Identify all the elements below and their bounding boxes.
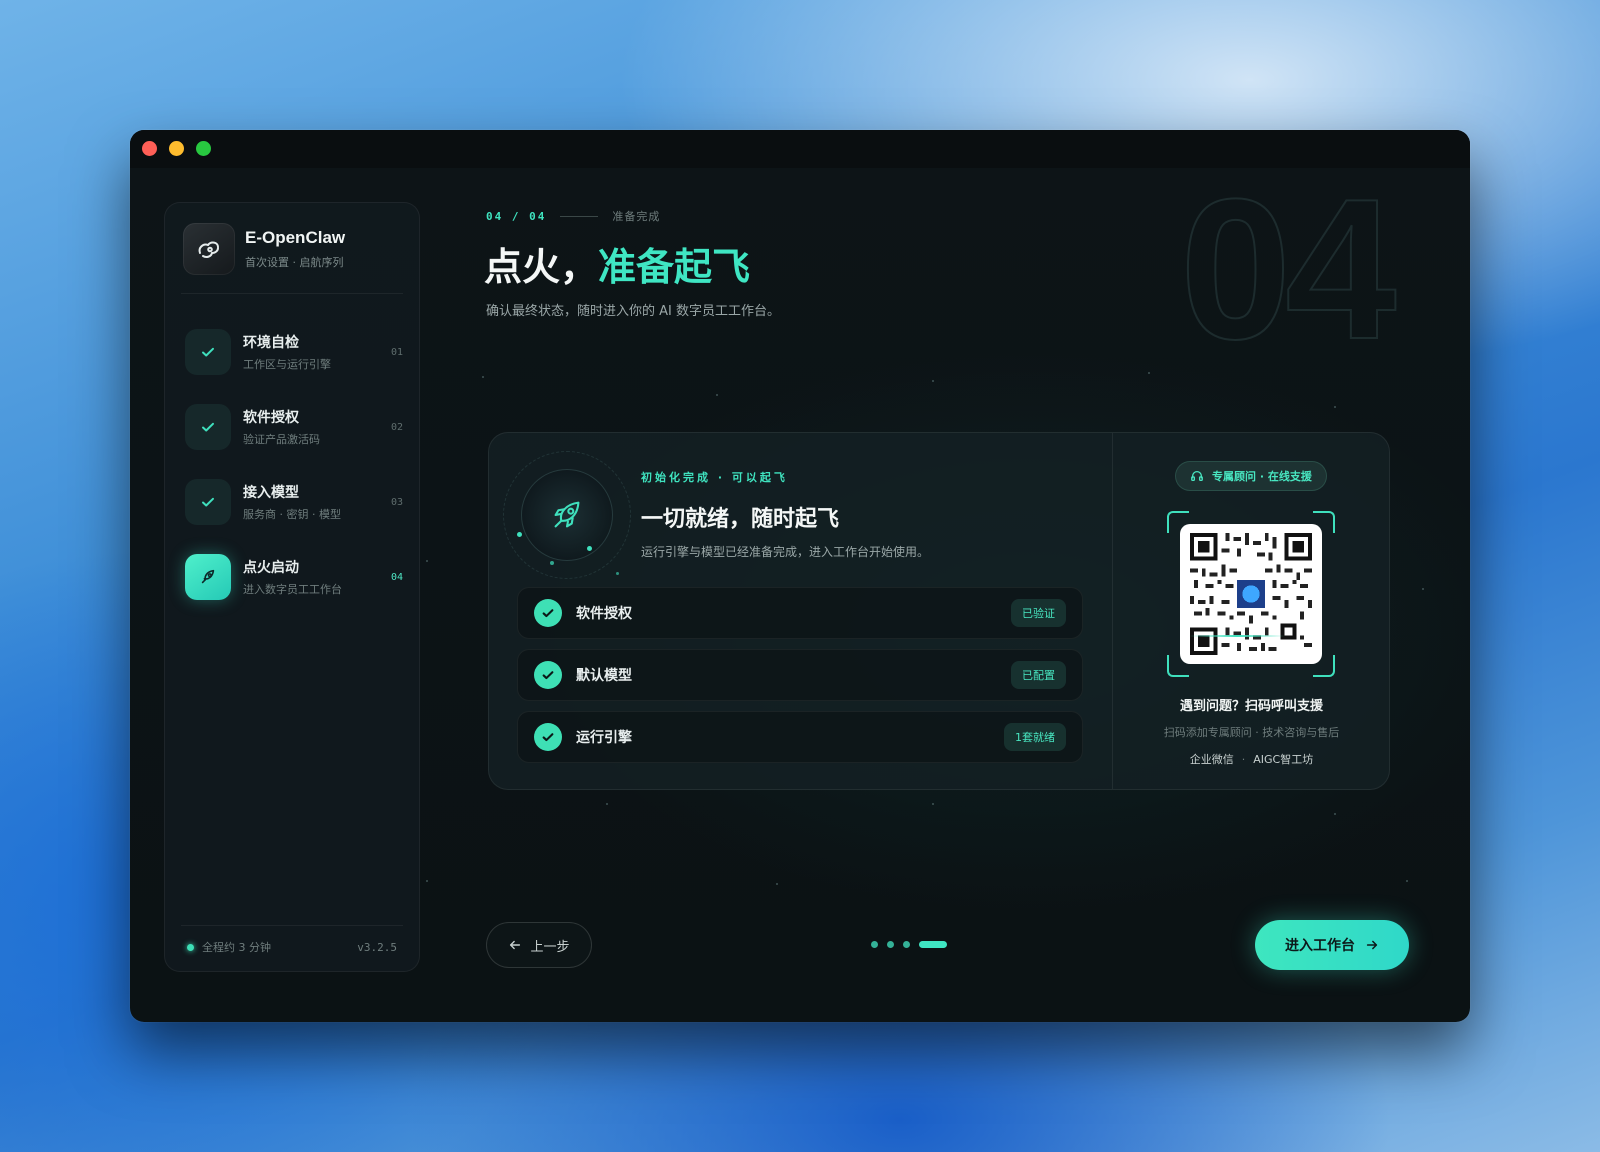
step-subtitle: 验证产品激活码 — [243, 433, 320, 446]
status-dot-icon — [187, 943, 194, 951]
minimize-window-button[interactable] — [169, 141, 184, 156]
sidebar-footer: 全程约 3 分钟 v3.2.5 — [187, 939, 397, 955]
sidebar-step-environment[interactable]: 环境自检 工作区与运行引擎 01 — [185, 327, 403, 377]
back-button[interactable]: 上一步 — [486, 922, 592, 968]
duration-label: 全程约 3 分钟 — [202, 941, 271, 954]
check-label: 运行引擎 — [576, 730, 632, 746]
setup-sidebar: E-OpenClaw 首次设置 · 启航序列 环境自检 工作区与运行引擎 01 … — [164, 202, 420, 972]
ready-card: 初始化完成 · 可以起飞 一切就绪，随时起飞 运行引擎与模型已经准备完成，进入工… — [488, 432, 1390, 790]
page-subtitle: 确认最终状态，随时进入你的 AI 数字员工工作台。 — [486, 304, 780, 319]
step-number: 01 — [390, 346, 403, 358]
back-button-label: 上一步 — [530, 939, 570, 955]
qr-scanline — [1189, 635, 1285, 637]
step-status-label: 准备完成 — [612, 210, 661, 223]
channel-wecom: 企业微信 — [1189, 753, 1234, 766]
check-icon — [534, 599, 562, 627]
step-title: 软件授权 — [243, 410, 299, 426]
orbit-dot — [517, 532, 522, 537]
card-tag: 初始化完成 · 可以起飞 — [641, 471, 788, 484]
page-title: 点火，准备起飞 — [484, 236, 750, 291]
brand: E-OpenClaw 首次设置 · 启航序列 — [183, 223, 345, 275]
step-title: 接入模型 — [243, 485, 299, 501]
app-subtitle: 首次设置 · 启航序列 — [245, 256, 344, 269]
sidebar-divider — [181, 293, 403, 294]
check-icon — [185, 329, 231, 375]
sidebar-step-launch[interactable]: 点火启动 进入数字员工工作台 04 — [185, 552, 403, 602]
enter-workspace-button[interactable]: 进入工作台 — [1255, 920, 1409, 970]
step-subtitle: 工作区与运行引擎 — [243, 358, 331, 371]
claw-logo-icon — [183, 223, 235, 275]
support-channels: 企业微信 · AIGC智工坊 — [1112, 751, 1391, 767]
check-icon — [534, 661, 562, 689]
step-counter: 04 / 04 — [486, 209, 547, 223]
step-number: 03 — [390, 496, 403, 508]
card-description: 运行引擎与模型已经准备完成，进入工作台开始使用。 — [641, 545, 930, 559]
arrow-right-icon — [1366, 940, 1378, 950]
check-label: 软件授权 — [576, 606, 632, 622]
support-pill-label: 专属顾问 · 在线支援 — [1212, 470, 1312, 483]
orbit-dot — [616, 572, 619, 575]
app-name: E-OpenClaw — [245, 228, 346, 247]
title-prefix: 点火， — [484, 245, 599, 289]
check-row-model: 默认模型 已配置 — [517, 649, 1083, 701]
step-indicator-line — [560, 215, 599, 217]
support-subtitle: 扫码添加专属顾问 · 技术咨询与售后 — [1163, 726, 1340, 739]
step-subtitle: 服务商 · 密钥 · 模型 — [243, 508, 341, 521]
pager-dot[interactable] — [903, 941, 910, 948]
support-title: 遇到问题？扫码呼叫支援 — [1179, 699, 1323, 714]
qr-code-frame — [1167, 511, 1335, 677]
status-badge: 1套就绪 — [1004, 723, 1066, 751]
check-icon — [185, 479, 231, 525]
orbit-dot — [587, 546, 592, 551]
zoom-window-button[interactable] — [196, 141, 211, 156]
arrow-left-icon — [510, 940, 521, 950]
step-pager — [871, 941, 947, 948]
step-title: 点火启动 — [243, 560, 299, 576]
title-accent: 准备起飞 — [598, 245, 751, 289]
check-icon — [534, 723, 562, 751]
status-badge: 已配置 — [1011, 661, 1066, 689]
check-label: 默认模型 — [576, 668, 632, 684]
app-window: 04 E-OpenClaw 首次设置 · 启航序列 环境自检 工作区与运行引擎 … — [130, 130, 1470, 1022]
check-row-engine: 运行引擎 1套就绪 — [517, 711, 1083, 763]
step-watermark: 04 — [1179, 158, 1397, 381]
sidebar-step-license[interactable]: 软件授权 验证产品激活码 02 — [185, 402, 403, 452]
close-window-button[interactable] — [142, 141, 157, 156]
status-badge: 已验证 — [1011, 599, 1066, 627]
check-row-license: 软件授权 已验证 — [517, 587, 1083, 639]
step-subtitle: 进入数字员工工作台 — [243, 583, 342, 596]
enter-button-label: 进入工作台 — [1285, 938, 1355, 954]
step-number: 02 — [390, 421, 403, 433]
check-icon — [185, 404, 231, 450]
qr-code[interactable] — [1180, 524, 1322, 664]
channel-separator: · — [1241, 753, 1246, 766]
step-number: 04 — [390, 571, 403, 583]
rocket-icon — [521, 469, 613, 561]
rocket-icon — [185, 554, 231, 600]
pager-dot[interactable] — [871, 941, 878, 948]
sidebar-step-model[interactable]: 接入模型 服务商 · 密钥 · 模型 03 — [185, 477, 403, 527]
headset-icon — [1191, 470, 1203, 482]
orbit-dot — [550, 561, 554, 565]
version-label: v3.2.5 — [357, 940, 397, 954]
step-indicator: 04 / 04 准备完成 — [486, 208, 660, 224]
card-title: 一切就绪，随时起飞 — [641, 507, 840, 532]
support-pill[interactable]: 专属顾问 · 在线支援 — [1175, 461, 1327, 491]
pager-dot-active[interactable] — [919, 941, 947, 948]
sidebar-footer-divider — [181, 925, 403, 926]
channel-aigc: AIGC智工坊 — [1253, 753, 1314, 766]
step-title: 环境自检 — [243, 335, 299, 351]
pager-dot[interactable] — [887, 941, 894, 948]
